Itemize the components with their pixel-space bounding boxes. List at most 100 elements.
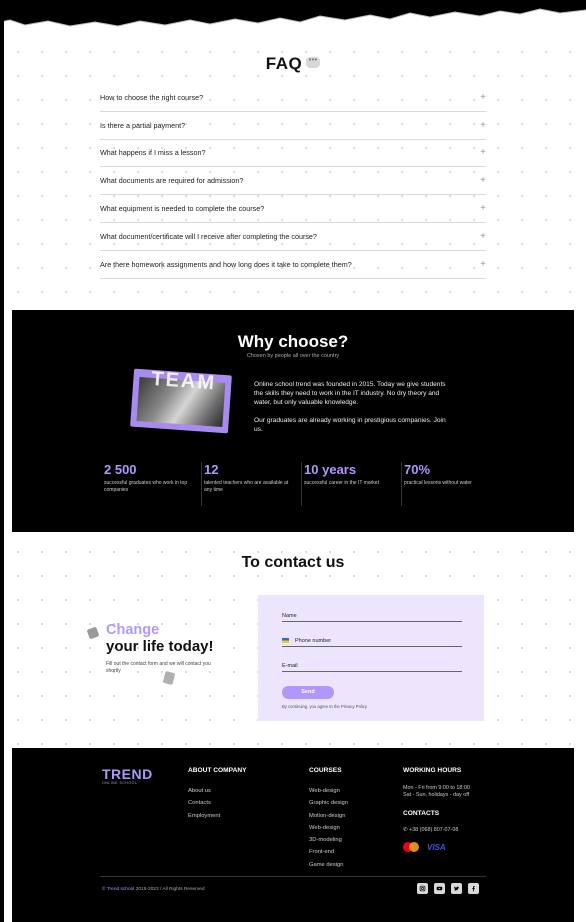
faq-item[interactable]: Are there homework assignments and how l… [100,251,486,279]
stat-value: 70% [404,462,431,477]
social-links [417,883,479,894]
why-description: Online school trend was founded in 2015.… [254,380,454,434]
copyright-rest: 2015-2023 / All Rights Reserved [134,887,205,892]
mastercard-icon [403,842,419,852]
instagram-icon[interactable] [417,883,428,894]
courses-heading: COURSES [309,767,342,774]
contact-title: To contact us [241,554,345,571]
phone-field[interactable]: Phone number [282,638,462,647]
why-paragraph-2: Our graduates are already working in pre… [254,417,446,433]
course-link[interactable]: Web-design [309,822,348,834]
visa-icon: VISA [427,842,446,852]
about-heading: ABOUT COMPANY [188,767,247,774]
contact-section: To contact us Change your life today! Fi… [0,532,586,748]
stat-value: 12 [204,462,219,477]
why-paragraph-1: Online school trend was founded in 2015.… [254,381,446,406]
privacy-note: By continuing, you agree to the Privacy … [282,704,367,709]
logo[interactable]: TREND [102,766,153,782]
stat-graduates: 2 500 successful graduates who work in t… [102,462,203,506]
why-subtitle: Chosen by people all over the country [246,353,340,359]
footer-link-contacts[interactable]: Contacts [188,797,247,809]
faq-item[interactable]: How to choose the right course? + [100,84,486,112]
faq-question: What documents are required for admissio… [100,176,244,186]
payment-methods: VISA [403,842,513,852]
why-choose-section: Why choose? Chosen by people all over th… [12,310,574,532]
stats-row: 2 500 successful graduates who work in t… [102,462,502,506]
faq-section: FAQ ••• How to choose the right course? + … [0,34,586,310]
stat-teachers: 12 talented teachers who are available a… [202,462,303,506]
faq-question: What document/certificate will I receive… [100,231,317,241]
chat-bubble-icon: ••• [306,57,321,69]
hours-weekdays: Mon - Fri from 9:00 to 18:00 [403,785,470,791]
footer-courses-column: COURSES Web-design Graphic design Motion… [309,767,348,871]
phone-label: Phone number [295,638,332,644]
copyright: © Trend school 2015-2023 / All Rights Re… [102,887,205,892]
youtube-icon[interactable] [434,883,445,894]
paper-plane-icon [86,626,100,640]
faq-question: Are there homework assignments and how l… [100,259,352,269]
email-field[interactable]: E-mail [282,663,462,672]
faq-list: How to choose the right course? + Is ther… [100,84,486,279]
plus-icon[interactable]: + [480,147,486,158]
footer-hours-column: WORKING HOURS Mon - Fri from 9:00 to 18:… [403,767,513,852]
stat-label: successful career in the IT market [304,480,379,486]
stat-value: 2 500 [104,462,137,477]
heading-accent: Change [106,622,160,638]
footer-divider [100,876,486,877]
phone-icon: ✆ [403,827,408,833]
torn-paper-edge [0,0,586,27]
send-button[interactable]: Send [282,686,334,699]
footer-link-employment[interactable]: Employment [188,810,247,822]
copyright-brand[interactable]: Trend school [107,887,135,892]
faq-title-text: FAQ [265,54,303,73]
why-title: Why choose? [237,332,349,351]
plus-icon[interactable]: + [480,259,486,270]
course-link[interactable]: Motion-design [309,810,348,822]
plus-icon[interactable]: + [480,231,486,242]
faq-item[interactable]: What documents are required for admissio… [100,167,486,196]
footer: TREND ONLINE SCHOOL ABOUT COMPANY About … [12,748,574,922]
ukraine-flag-icon[interactable] [282,638,289,644]
faq-item[interactable]: What document/certificate will I receive… [100,223,486,251]
faq-question: Is there a partial payment? [100,120,186,130]
faq-item[interactable]: What happens if I miss a lesson? + [100,140,486,168]
contact-form: Name Phone number E-mail Send By continu… [258,595,484,721]
faq-item[interactable]: What equipment is needed to complete the… [100,195,486,223]
course-link[interactable]: 3D-modeling [309,834,348,846]
stat-years: 10 years successful career in the IT mar… [302,462,403,506]
name-field[interactable]: Name [282,613,462,622]
stat-value: 10 years [304,462,357,477]
name-label: Name [282,613,297,619]
hours-weekend: Sat - Sun, holidays - day off [403,792,470,798]
heading-main: your life today! [106,638,214,655]
plus-icon[interactable]: + [480,120,486,131]
course-link[interactable]: Game design [309,859,348,871]
stat-label: practical lessons without water [404,480,472,486]
twitter-icon[interactable] [451,883,462,894]
phone-number[interactable]: +38 (068) 807-07-08 [409,827,458,833]
faq-title: FAQ ••• [0,54,586,74]
envelope-icon [162,670,176,686]
faq-question: How to choose the right course? [100,92,204,102]
contact-description: Fill out the contact form and we will co… [106,661,211,674]
team-image: TEAM [130,368,232,434]
faq-question: What equipment is needed to complete the… [100,204,265,214]
plus-icon[interactable]: + [480,92,486,103]
course-link[interactable]: Graphic design [309,797,348,809]
faq-item[interactable]: Is there a partial payment? + [100,112,486,140]
plus-icon[interactable]: + [480,203,486,214]
plus-icon[interactable]: + [480,175,486,186]
course-link[interactable]: Front-end [309,846,348,858]
hours-heading: WORKING HOURS [403,767,462,774]
logo-subtitle: ONLINE SCHOOL [102,781,138,785]
stat-label: talented teachers who are available at a… [204,480,289,493]
email-label: E-mail [282,663,298,669]
footer-link-about[interactable]: About us [188,785,247,797]
contacts-heading: CONTACTS [403,810,440,817]
facebook-icon[interactable] [468,883,479,894]
copyright-symbol: © [102,887,106,892]
team-word: TEAM [150,368,217,395]
stat-practice: 70% practical lessons without water [402,462,502,506]
course-link[interactable]: Web-design [309,785,348,797]
phone-row[interactable]: ✆ +38 (068) 807-07-08 [403,827,513,833]
